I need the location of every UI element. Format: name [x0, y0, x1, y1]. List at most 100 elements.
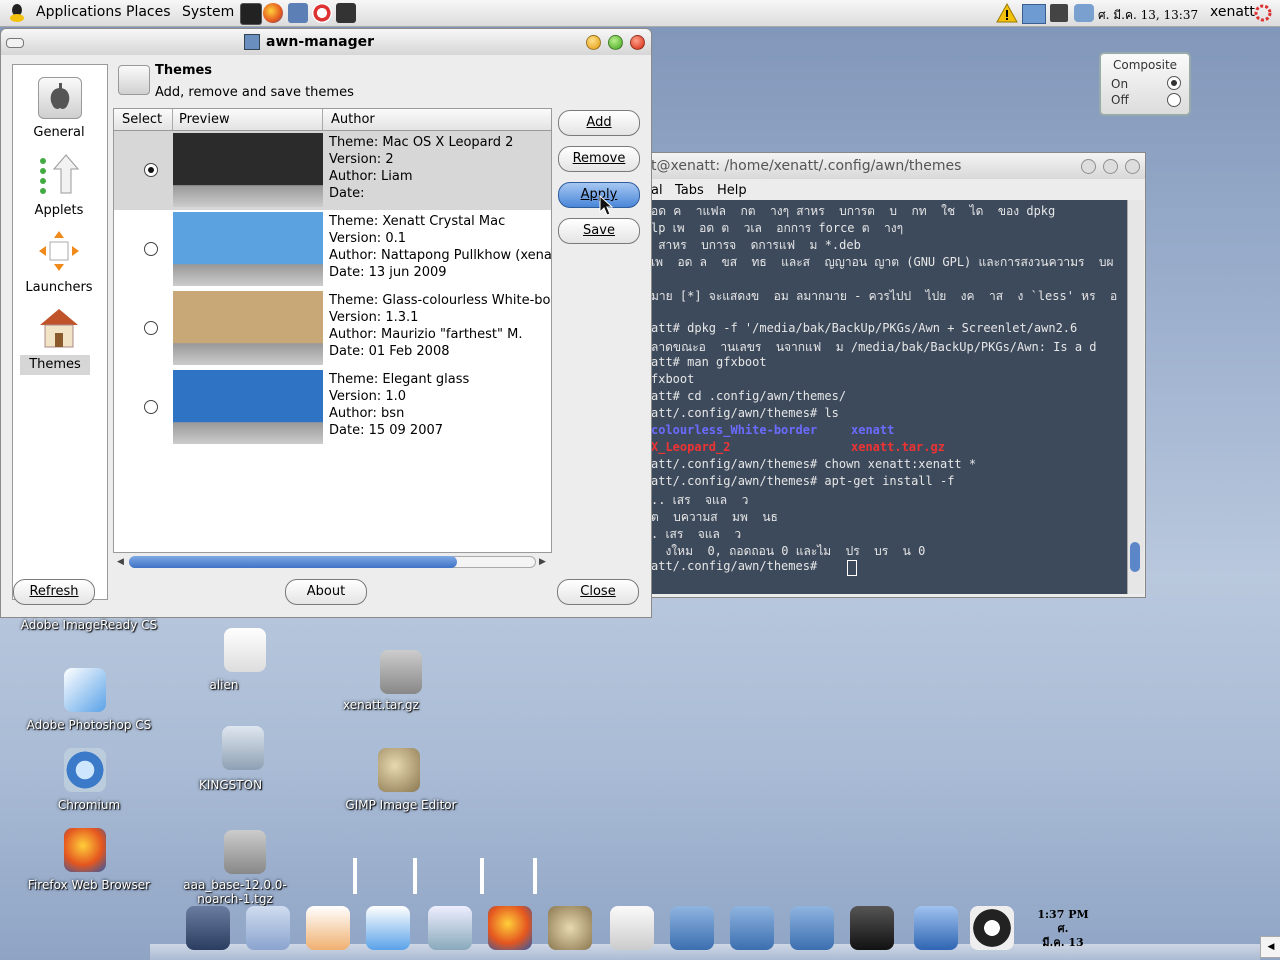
finder-icon[interactable]	[246, 906, 290, 950]
theme-row[interactable]: Theme: Glass-colourless White-border Vers…	[114, 289, 551, 368]
windows-icon[interactable]	[186, 906, 230, 950]
awn-maximize-button[interactable]	[608, 35, 623, 50]
add-button[interactable]: Add	[558, 110, 640, 136]
photoshop-icon[interactable]	[366, 906, 410, 950]
folder-search-icon[interactable]	[790, 906, 834, 950]
desktop-icon-label: alien	[209, 678, 239, 692]
gnome-foot-icon[interactable]	[8, 3, 26, 23]
theme-select-radio[interactable]	[144, 163, 158, 177]
terminal-launcher-icon[interactable]	[240, 3, 262, 25]
theme-select-radio[interactable]	[144, 321, 158, 335]
feather-icon[interactable]	[306, 906, 350, 950]
terminal-scrollbar[interactable]	[1127, 200, 1144, 594]
composite-on-label: On	[1111, 77, 1129, 91]
sidebar-item-themes[interactable]: Themes	[19, 307, 99, 375]
folder-search-icon[interactable]	[730, 906, 774, 950]
awn-minimize-button[interactable]	[586, 35, 601, 50]
firefox-launcher-icon[interactable]	[263, 3, 283, 23]
terminal-menu-help[interactable]: Help	[717, 183, 747, 198]
menu-applications[interactable]: Applications	[36, 4, 122, 20]
terminal-close-button[interactable]	[1125, 159, 1140, 174]
apple-icon	[38, 77, 82, 119]
awn-sidebar: General Applets Launchers Themes	[12, 64, 108, 600]
folder-search-icon[interactable]	[670, 906, 714, 950]
theme-theme-text: Theme: Glass-colourless White-border	[329, 293, 551, 308]
hscroll-thumb[interactable]	[129, 556, 457, 568]
desktop-icon-label: KINGSTON	[199, 778, 263, 792]
theme-row[interactable]: Theme: Xenatt Crystal Mac Version: 0.1 Aut…	[114, 210, 551, 289]
theme-theme-text: Theme: Elegant glass	[329, 372, 470, 387]
composite-on-radio[interactable]	[1167, 76, 1181, 90]
menu-places[interactable]: Places	[126, 4, 171, 20]
scroll-left-arrow[interactable]: ◀	[117, 557, 124, 567]
scroll-right-arrow[interactable]: ▶	[539, 557, 546, 567]
power-icon[interactable]	[970, 906, 1014, 950]
theme-author-text: Author: Maurizio "farthest" M.	[329, 327, 523, 342]
composite-title: Composite	[1113, 58, 1178, 72]
window-menu-button[interactable]	[6, 38, 24, 48]
panel-user[interactable]: xenatt	[1210, 4, 1255, 20]
close-button[interactable]: Close	[557, 579, 639, 605]
theme-select-radio[interactable]	[144, 400, 158, 414]
volume-icon[interactable]	[1074, 4, 1094, 22]
remove-button[interactable]: Remove	[558, 146, 640, 172]
terminal2-launcher-icon[interactable]	[336, 3, 356, 23]
terminal-line: att# man gfxboot	[651, 355, 767, 369]
dock-scroll-left-arrow[interactable]: ◀	[1260, 936, 1280, 958]
theme-author-text: Author: Liam	[329, 169, 413, 184]
menu-system[interactable]: System	[182, 4, 234, 20]
themes-hscrollbar[interactable]: ◀ ▶	[113, 554, 550, 570]
help-launcher-icon[interactable]	[312, 3, 332, 23]
terminal-line: เพ อด ล ขส ทธ และส ญญาอน ญาต (GNU GPL) แ…	[651, 255, 1114, 269]
shutdown-icon[interactable]	[1254, 4, 1272, 26]
theme-preview-image	[173, 291, 323, 365]
terminal-menu-tabs[interactable]: Tabs	[675, 183, 704, 198]
theme-select-radio[interactable]	[144, 242, 158, 256]
perl-icon	[224, 628, 266, 672]
column-header-select[interactable]: Select	[114, 109, 173, 130]
save-button[interactable]: Save	[558, 218, 640, 244]
column-header-preview[interactable]: Preview	[173, 109, 323, 130]
theme-theme-text: Theme: Mac OS X Leopard 2	[329, 135, 514, 150]
sidebar-item-general[interactable]: General	[19, 75, 99, 141]
terminal-maximize-button[interactable]	[1103, 159, 1118, 174]
firefox-icon[interactable]	[488, 906, 532, 950]
panel-clock[interactable]: ศ. มี.ค. 13, 13:37	[1098, 6, 1198, 25]
terminal-minimize-button[interactable]	[1081, 159, 1096, 174]
terminal-line: มาย [*] จะแสดงข อม ลมากมาย - ควรไปป ไปย …	[651, 289, 1118, 303]
about-button[interactable]: About	[285, 579, 367, 605]
terminal-scroll-thumb[interactable]	[1130, 542, 1140, 572]
dock-clock-date: มี.ค. 13	[1042, 936, 1084, 949]
dock-clock-day: ศ.	[1057, 922, 1069, 935]
composite-off-radio[interactable]	[1167, 93, 1181, 107]
awn-manager-icon[interactable]	[914, 906, 958, 950]
refresh-button[interactable]: Refresh	[13, 579, 95, 605]
warning-icon[interactable]	[996, 2, 1018, 27]
themes-header-icon	[118, 65, 150, 95]
terminal-output[interactable]: อด ค าแฟล กต างๆ สาหร บการต บ กท ใช ได ข…	[641, 200, 1127, 594]
editor-launcher-icon[interactable]	[288, 3, 308, 23]
terminal-icon[interactable]	[850, 906, 894, 950]
awn-titlebar[interactable]: awn-manager	[1, 29, 651, 55]
composite-off-label: Off	[1111, 93, 1129, 107]
sidebar-item-launchers[interactable]: Launchers	[19, 230, 99, 296]
sidebar-item-label: Applets	[34, 203, 84, 218]
sidebar-item-label: Themes	[20, 355, 90, 375]
network-icon[interactable]	[1050, 4, 1068, 22]
awn-close-button[interactable]	[630, 35, 645, 50]
theme-version-text: Version: 1.3.1	[329, 310, 419, 325]
theme-row[interactable]: Theme: Mac OS X Leopard 2 Version: 2 Autho…	[114, 131, 551, 210]
apple-icon[interactable]	[610, 906, 654, 950]
theme-row[interactable]: Theme: Elegant glass Version: 1.0 Author: …	[114, 368, 551, 447]
terminal-menu-terminal[interactable]: al	[651, 183, 663, 198]
gimp-icon[interactable]	[548, 906, 592, 950]
terminal-line: อด ค าแฟล กต างๆ สาหร บการต บ กท ใช ได ข…	[651, 204, 1056, 218]
image-viewer-icon[interactable]	[1022, 4, 1046, 24]
column-header-author[interactable]: Author	[325, 109, 551, 130]
terminal-ls-entry: xenatt	[851, 423, 895, 437]
terminal-titlebar[interactable]: t@xenatt: /home/xenatt/.config/awn/theme…	[641, 153, 1145, 179]
sidebar-item-applets[interactable]: Applets	[19, 153, 99, 219]
search-icon[interactable]	[428, 906, 472, 950]
composite-widget: Composite On Off	[1099, 52, 1191, 116]
terminal-line: att/.config/awn/themes#	[651, 559, 825, 573]
